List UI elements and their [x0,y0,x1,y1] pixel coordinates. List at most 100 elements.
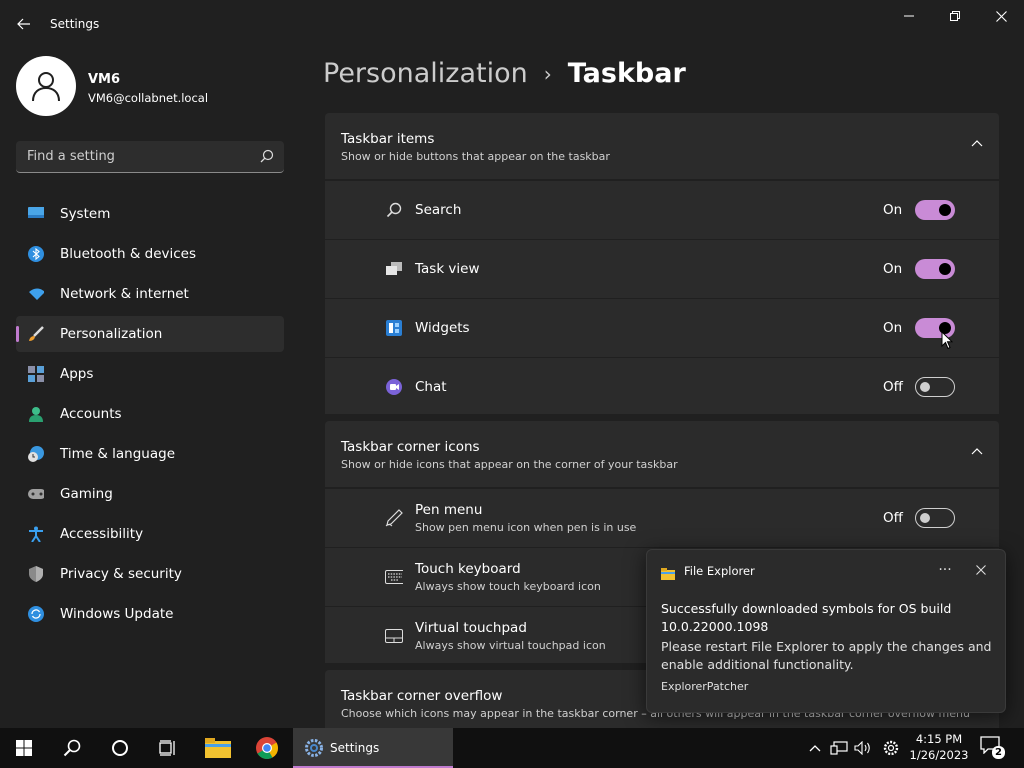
pen-icon [385,509,403,527]
toggle-state-label: Off [883,510,903,526]
setting-row-chat: Chat Off [325,358,999,414]
sidebar-item-time-language[interactable]: Time & language [16,436,284,472]
sidebar-item-label: Time & language [60,446,176,462]
restore-button[interactable] [932,0,978,32]
cortana-circle-icon [112,740,128,756]
sidebar-item-apps[interactable]: Apps [16,356,284,392]
back-button[interactable] [12,12,36,36]
widgets-icon [385,320,403,336]
system-clock[interactable]: 4:15 PM 1/26/2023 [906,732,972,763]
taskbar: Settings 4:15 PM 1/26/2023 2 [0,728,1024,768]
update-icon [28,606,44,622]
chevron-up-icon[interactable] [971,139,983,147]
section-description: Show or hide icons that appear on the co… [341,458,678,471]
chrome-icon [256,737,278,759]
toggle-state-label: On [883,202,903,218]
setting-label: Chat [415,379,447,395]
setting-label: Search [415,202,462,218]
more-options-button[interactable]: ··· [933,558,957,582]
file-explorer-button[interactable] [194,728,242,768]
search-icon[interactable] [260,149,274,163]
breadcrumb-parent[interactable]: Personalization [323,58,528,89]
setting-description: Always show touch keyboard icon [415,580,601,593]
search-input[interactable] [16,141,256,172]
restore-icon [950,11,960,21]
sidebar-item-label: Network & internet [60,286,189,302]
section-title: Taskbar corner overflow [341,688,503,704]
task-view-toggle[interactable] [915,259,955,279]
setting-row-task-view: Task view On [325,240,999,298]
profile-name: VM6 [88,72,121,87]
person-icon [32,72,60,102]
setting-row-widgets: Widgets On [325,299,999,357]
breadcrumb: Personalization › Taskbar [323,58,686,89]
setting-label: Virtual touchpad [415,620,527,636]
taskbar-search-button[interactable] [48,728,96,768]
task-view-button[interactable] [144,728,192,768]
sidebar-item-label: Personalization [60,326,163,342]
toggle-state-label: On [883,261,903,277]
sidebar-item-privacy[interactable]: Privacy & security [16,556,284,592]
sidebar-item-accounts[interactable]: Accounts [16,396,284,432]
search-icon [63,739,81,757]
setting-row-search: Search On [325,181,999,239]
sidebar-item-bluetooth[interactable]: Bluetooth & devices [16,236,284,272]
setting-description: Show pen menu icon when pen is in use [415,521,637,534]
minimize-button[interactable] [886,0,932,32]
title-bar: Settings [0,0,1024,48]
cortana-button[interactable] [96,728,144,768]
section-title: Taskbar items [341,131,435,147]
gear-icon [305,739,323,757]
toggle-state-label: Off [883,379,903,395]
chrome-button[interactable] [243,728,291,768]
close-button[interactable] [978,0,1024,32]
sidebar-item-personalization[interactable]: Personalization [16,316,284,352]
minimize-icon [904,15,914,17]
folder-icon [205,738,231,758]
volume-icon[interactable] [854,740,872,756]
user-profile[interactable]: VM6 VM6@collabnet.local [16,56,296,116]
sidebar-item-accessibility[interactable]: Accessibility [16,516,284,552]
taskbar-settings-app[interactable]: Settings [293,728,453,768]
sidebar-item-label: Apps [60,366,94,382]
profile-email: VM6@collabnet.local [88,91,209,105]
notification-toast[interactable]: File Explorer ··· Successfully downloade… [646,549,1006,713]
clock-date: 1/26/2023 [909,748,969,762]
avatar [16,56,76,116]
sidebar-item-network[interactable]: Network & internet [16,276,284,312]
shield-icon [28,566,44,582]
breadcrumb-separator: › [543,61,552,86]
sidebar-item-gaming[interactable]: Gaming [16,476,284,512]
chevron-up-icon[interactable] [806,740,824,756]
notification-app-name: File Explorer [684,564,755,578]
sidebar-item-windows-update[interactable]: Windows Update [16,596,284,632]
touchpad-icon [385,628,403,644]
setting-description: Always show virtual touchpad icon [415,639,606,652]
sidebar-item-system[interactable]: System [16,196,284,232]
notification-count-badge: 2 [992,746,1005,759]
back-arrow-icon [17,18,30,30]
gear-icon[interactable] [882,740,900,756]
section-description: Show or hide buttons that appear on the … [341,150,610,163]
folder-icon [661,565,675,584]
notification-body: Please restart File Explorer to apply th… [661,639,992,672]
search-box [16,141,284,173]
taskbar-app-label: Settings [330,741,380,755]
app-title: Settings [50,17,100,31]
network-icon[interactable] [830,740,848,756]
start-button[interactable] [0,728,48,768]
chat-toggle[interactable] [915,377,955,397]
section-corner-icons[interactable]: Taskbar corner icons Show or hide icons … [325,421,999,487]
section-taskbar-items[interactable]: Taskbar items Show or hide buttons that … [325,113,999,179]
setting-row-pen-menu: Pen menu Show pen menu icon when pen is … [325,489,999,547]
notification-close-button[interactable] [969,558,993,582]
chevron-up-icon[interactable] [971,447,983,455]
sidebar-item-label: Gaming [60,486,113,502]
close-icon [976,565,986,575]
page-title: Taskbar [567,58,686,89]
pen-menu-toggle[interactable] [915,508,955,528]
mouse-cursor-icon [941,331,953,350]
task-view-icon [385,261,403,277]
search-toggle[interactable] [915,200,955,220]
action-center-button[interactable]: 2 [980,736,1008,760]
